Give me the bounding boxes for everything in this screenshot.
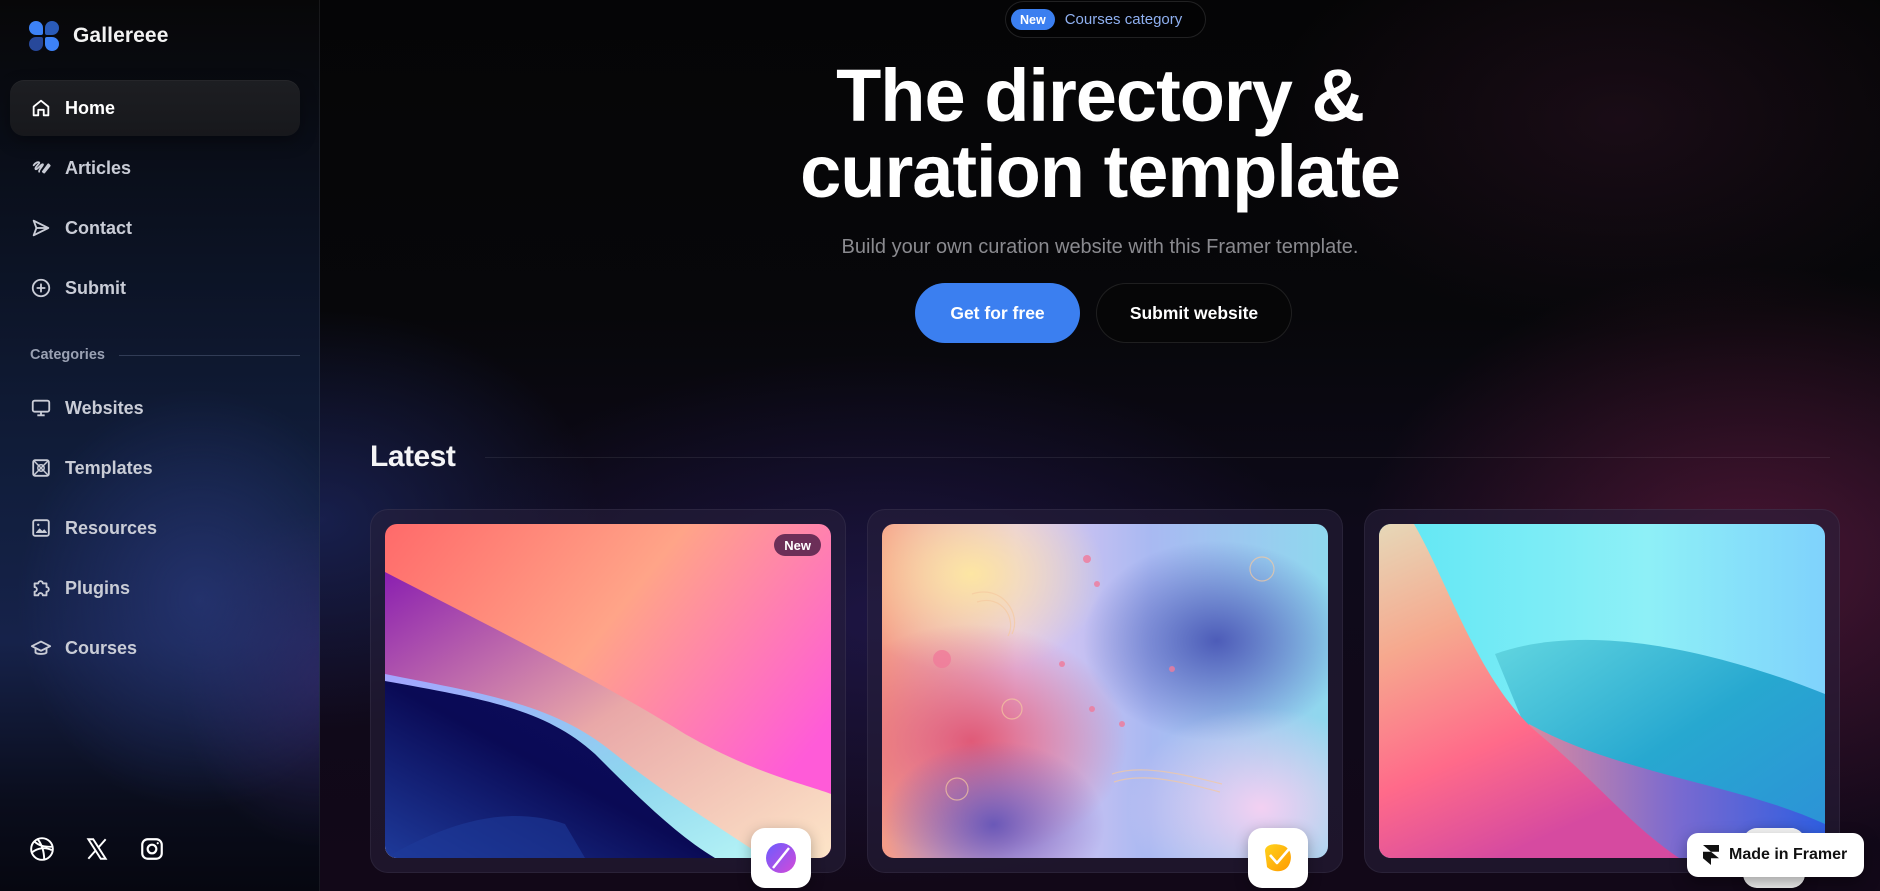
social-links: [29, 836, 194, 862]
announcement-pill[interactable]: New Courses category: [1005, 1, 1206, 38]
sidebar-item-label: Resources: [65, 517, 158, 538]
image-icon: [30, 517, 52, 539]
categories-nav: Websites Templates Resources Plugins Cou…: [10, 380, 300, 680]
new-badge: New: [774, 534, 821, 556]
new-badge: New: [1011, 9, 1055, 30]
sidebar-item-courses[interactable]: Courses: [10, 620, 300, 676]
sidebar-item-label: Contact: [65, 217, 132, 238]
send-icon: [30, 217, 52, 239]
categories-header: Categories: [30, 347, 300, 363]
plus-circle-icon: [30, 277, 52, 299]
card-thumbnail: New: [385, 524, 831, 858]
graduation-cap-icon: [30, 637, 52, 659]
get-for-free-button[interactable]: Get for free: [915, 283, 1080, 343]
gallery-card[interactable]: New: [370, 509, 846, 888]
sidebar-item-label: Plugins: [65, 577, 131, 598]
sidebar-item-templates[interactable]: Templates: [10, 440, 300, 496]
sidebar-item-label: Websites: [65, 397, 144, 418]
card-thumbnail: [1379, 524, 1825, 858]
monitor-icon: [30, 397, 52, 419]
hero-subtitle: Build your own curation website with thi…: [841, 236, 1359, 258]
sidebar: Gallereee Home Articles Contact Submit C…: [0, 0, 320, 891]
puzzle-icon: [30, 577, 52, 599]
primary-nav: Home Articles Contact Submit: [10, 80, 300, 320]
sidebar-item-websites[interactable]: Websites: [10, 380, 300, 436]
framer-icon: [1703, 845, 1719, 865]
latest-section-header: Latest: [370, 440, 1830, 474]
sidebar-item-home[interactable]: Home: [10, 80, 300, 136]
template-icon: [30, 457, 52, 479]
main-content: New Courses category The directory & cur…: [320, 0, 1880, 891]
hero-title-line-1: The directory &: [836, 54, 1365, 137]
gallery-card[interactable]: [1364, 509, 1840, 888]
sidebar-item-resources[interactable]: Resources: [10, 500, 300, 556]
sidebar-item-label: Submit: [65, 277, 126, 298]
announcement-text: Courses category: [1064, 11, 1183, 28]
dribbble-icon[interactable]: [29, 836, 55, 862]
made-in-framer-badge[interactable]: Made in Framer: [1687, 833, 1864, 877]
logo-icon: [29, 21, 59, 51]
divider: [118, 354, 300, 356]
sidebar-item-submit[interactable]: Submit: [10, 260, 300, 316]
x-icon[interactable]: [84, 836, 110, 862]
sidebar-item-plugins[interactable]: Plugins: [10, 560, 300, 616]
framer-badge-text: Made in Framer: [1729, 846, 1848, 863]
purple-slash-icon: [751, 828, 811, 888]
home-icon: [30, 97, 52, 119]
categories-label: Categories: [30, 347, 105, 363]
submit-website-button[interactable]: Submit website: [1096, 283, 1292, 343]
brand-name: Gallereee: [73, 24, 169, 47]
sidebar-item-contact[interactable]: Contact: [10, 200, 300, 256]
brand-logo[interactable]: Gallereee: [29, 21, 168, 51]
sidebar-item-label: Templates: [65, 457, 153, 478]
card-thumbnail: [882, 524, 1328, 858]
sidebar-item-label: Articles: [65, 157, 132, 178]
section-title: Latest: [370, 440, 456, 473]
hero-title: The directory & curation template: [320, 58, 1880, 210]
sidebar-item-articles[interactable]: Articles: [10, 140, 300, 196]
instagram-icon[interactable]: [139, 836, 165, 862]
gallery-card[interactable]: [867, 509, 1343, 888]
pen-icon: [30, 157, 52, 179]
latest-cards: New: [370, 509, 1861, 888]
hero-title-line-2: curation template: [800, 130, 1401, 213]
sidebar-item-label: Home: [65, 97, 116, 118]
yellow-check-icon: [1248, 828, 1308, 888]
divider: [485, 456, 1830, 458]
sidebar-item-label: Courses: [65, 637, 138, 658]
